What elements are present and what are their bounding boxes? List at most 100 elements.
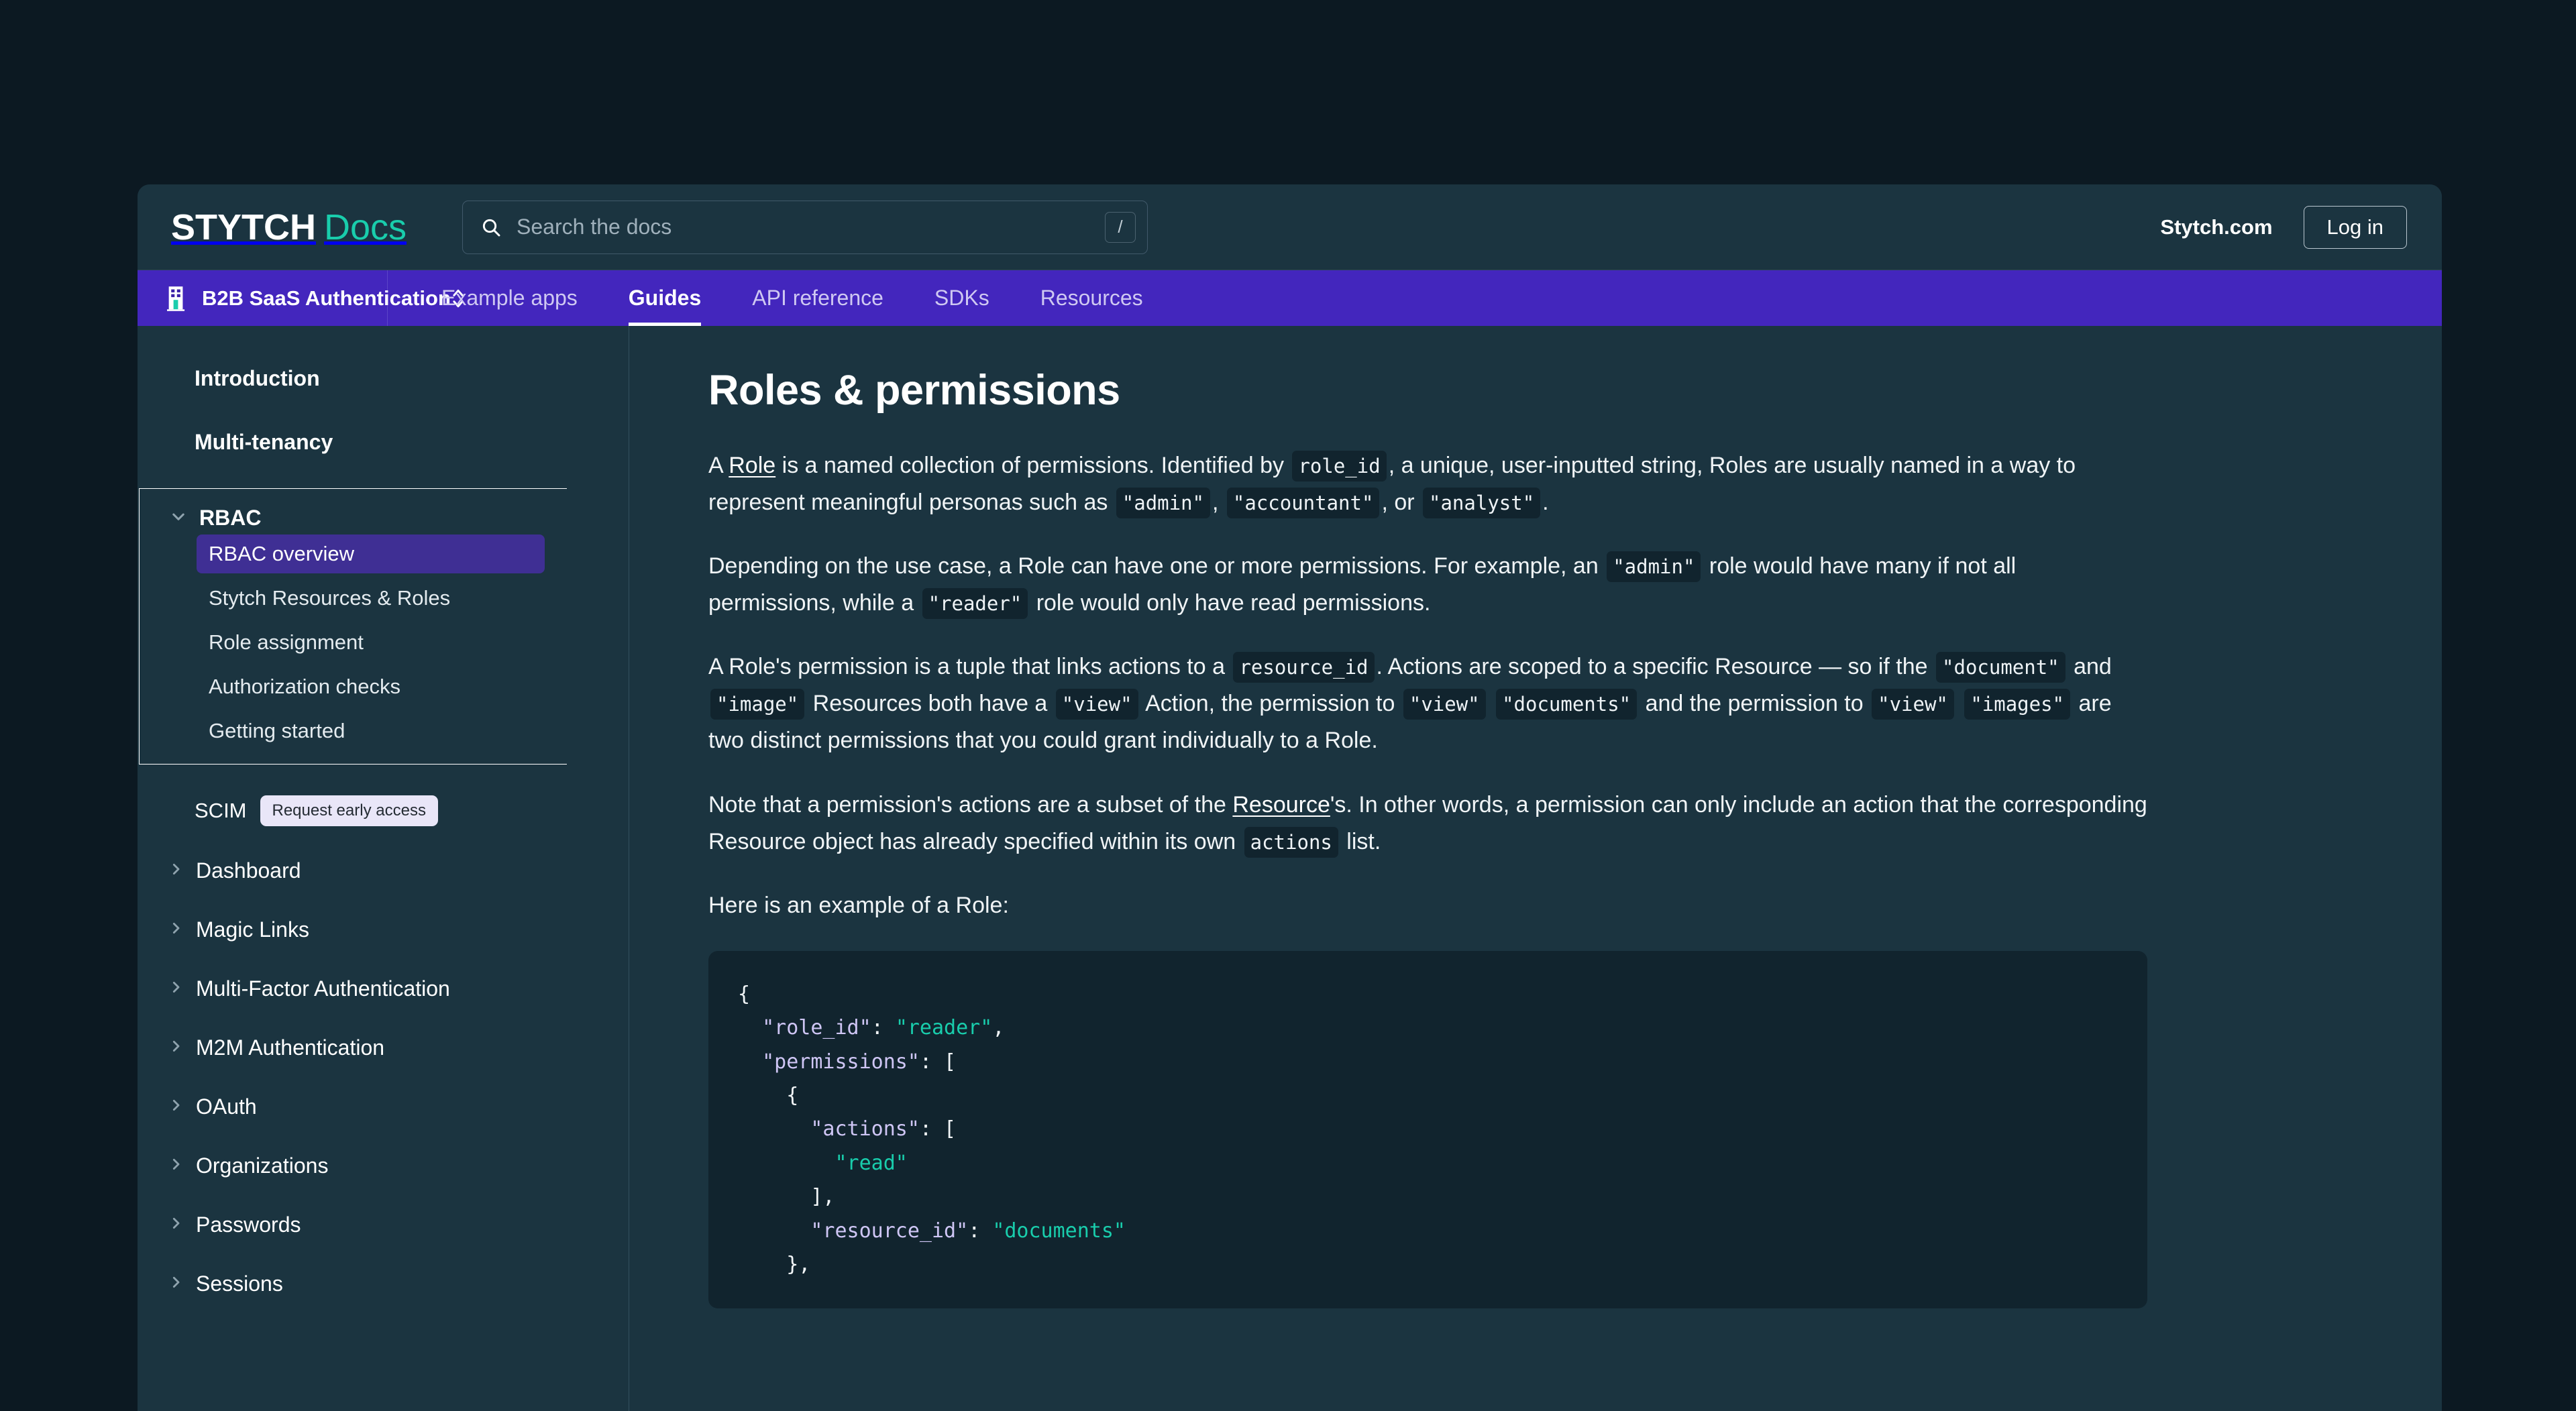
sidebar-nav: Introduction Multi-tenancy RBAC RBAC ove… bbox=[138, 326, 629, 1411]
text-fragment: Depending on the use case, a Role can ha… bbox=[708, 553, 1605, 579]
inline-code-document: "document" bbox=[1936, 652, 2065, 683]
code-token: { bbox=[738, 982, 751, 1006]
text-fragment bbox=[1956, 691, 1962, 716]
sidebar-group-rbac-header[interactable]: RBAC bbox=[140, 501, 567, 534]
request-early-access-badge[interactable]: Request early access bbox=[260, 795, 438, 826]
sidebar-item-getting-started[interactable]: Getting started bbox=[197, 712, 545, 750]
sidebar-item-m2m-authentication-label: M2M Authentication bbox=[196, 1035, 385, 1060]
code-token: }, bbox=[738, 1252, 811, 1276]
text-fragment: A Role's permission is a tuple that link… bbox=[708, 654, 1232, 680]
page-title: Roles & permissions bbox=[708, 367, 1120, 414]
code-token: : bbox=[968, 1219, 993, 1243]
code-token: "reader" bbox=[895, 1016, 993, 1040]
code-token: : [ bbox=[919, 1117, 957, 1141]
sidebar-item-dashboard[interactable]: Dashboard bbox=[138, 853, 629, 888]
code-token: , bbox=[992, 1016, 1005, 1040]
chevron-right-icon bbox=[168, 1274, 184, 1294]
sidebar-item-magic-links[interactable]: Magic Links bbox=[138, 912, 629, 947]
chevron-right-icon bbox=[168, 1215, 184, 1235]
sidebar-item-rbac-overview[interactable]: RBAC overview bbox=[197, 534, 545, 573]
link-resource[interactable]: Resource bbox=[1232, 792, 1330, 817]
text-fragment: and bbox=[2067, 654, 2112, 680]
sidebar-item-sessions[interactable]: Sessions bbox=[138, 1266, 629, 1301]
code-token: "documents" bbox=[992, 1219, 1126, 1243]
code-token: "role_id" bbox=[762, 1016, 871, 1040]
product-selector[interactable]: B2B SaaS Authentication bbox=[138, 270, 464, 326]
docs-app-window: STYTCH Docs Search the docs / Stytch.com… bbox=[138, 184, 2442, 1411]
inline-code-reader: "reader" bbox=[922, 588, 1028, 620]
brand-name-stytch: STYTCH bbox=[171, 207, 316, 247]
sidebar-item-passwords-label: Passwords bbox=[196, 1212, 301, 1237]
inline-code-resource-id: resource_id bbox=[1233, 652, 1375, 683]
text-fragment: Note that a permission's actions are a s… bbox=[708, 791, 1233, 817]
header-actions: Stytch.com Log in bbox=[2160, 205, 2407, 249]
sidebar-group-rbac-label: RBAC bbox=[199, 505, 262, 530]
code-token: "actions" bbox=[810, 1117, 920, 1141]
search-input[interactable]: Search the docs / bbox=[462, 200, 1148, 254]
code-block-role-example: { "role_id": "reader", "permissions": [ … bbox=[708, 950, 2147, 1309]
nav-tab-api-reference[interactable]: API reference bbox=[727, 270, 909, 326]
text-fragment: role would only have read permissions. bbox=[1030, 590, 1431, 616]
sidebar-item-introduction[interactable]: Introduction bbox=[138, 361, 629, 396]
code-token: "permissions" bbox=[762, 1050, 920, 1074]
sidebar-item-passwords[interactable]: Passwords bbox=[138, 1207, 629, 1242]
inline-code-actions: actions bbox=[1244, 826, 1338, 858]
sidebar-item-scim-label: SCIM bbox=[195, 799, 247, 822]
sidebar-item-m2m-authentication[interactable]: M2M Authentication bbox=[138, 1030, 629, 1065]
sidebar-item-oauth[interactable]: OAuth bbox=[138, 1089, 629, 1124]
sidebar-item-stytch-resources-roles[interactable]: Stytch Resources & Roles bbox=[197, 579, 545, 618]
inline-code-view: "view" bbox=[1055, 689, 1138, 720]
sidebar-item-authorization-checks[interactable]: Authorization checks bbox=[197, 667, 545, 706]
nav-tab-sdks[interactable]: SDKs bbox=[909, 270, 1015, 326]
sidebar-item-role-assignment[interactable]: Role assignment bbox=[197, 623, 545, 662]
link-role[interactable]: Role bbox=[729, 453, 775, 478]
paragraph-actions-subset: Note that a permission's actions are a s… bbox=[708, 787, 2147, 860]
text-fragment: A bbox=[708, 453, 729, 478]
inline-code-documents: "documents" bbox=[1496, 689, 1638, 720]
inline-code-admin: "admin" bbox=[1116, 488, 1211, 519]
inline-code-analyst: "analyst" bbox=[1423, 488, 1541, 519]
brand-logo[interactable]: STYTCH Docs bbox=[171, 207, 407, 248]
chevron-right-icon bbox=[168, 979, 184, 999]
text-fragment: Action, the permission to bbox=[1140, 691, 1401, 717]
sidebar-item-scim[interactable]: SCIM Request early access bbox=[138, 793, 629, 829]
chevron-right-icon bbox=[168, 1097, 184, 1117]
top-header: STYTCH Docs Search the docs / Stytch.com… bbox=[138, 184, 2442, 270]
stytch-com-link[interactable]: Stytch.com bbox=[2160, 215, 2272, 239]
text-fragment: and the permission to bbox=[1639, 691, 1870, 717]
nav-tab-example-apps[interactable]: Example apps bbox=[416, 270, 603, 326]
search-shortcut-key: / bbox=[1105, 211, 1136, 243]
sidebar-item-multi-tenancy[interactable]: Multi-tenancy bbox=[138, 425, 629, 459]
code-token: "read" bbox=[835, 1151, 908, 1175]
text-fragment bbox=[1488, 691, 1494, 716]
code-token: "resource_id" bbox=[810, 1219, 969, 1243]
search-icon bbox=[480, 217, 502, 238]
code-token: { bbox=[738, 1083, 799, 1107]
chevron-right-icon bbox=[168, 1156, 184, 1176]
code-token: : bbox=[871, 1016, 896, 1040]
sidebar-item-sessions-label: Sessions bbox=[196, 1271, 283, 1296]
login-button[interactable]: Log in bbox=[2303, 205, 2407, 249]
main-content: Roles & permissions A Role is a named co… bbox=[629, 326, 2442, 1411]
paragraph-role-definition: A Role is a named collection of permissi… bbox=[708, 447, 2147, 521]
inline-code-view: "view" bbox=[1403, 689, 1486, 720]
text-fragment: , bbox=[1212, 490, 1225, 516]
text-fragment: . bbox=[1542, 490, 1549, 516]
product-nav-bar: B2B SaaS Authentication Example apps Gui… bbox=[138, 270, 2442, 326]
sidebar-item-organizations[interactable]: Organizations bbox=[138, 1148, 629, 1183]
nav-tab-resources[interactable]: Resources bbox=[1015, 270, 1169, 326]
nav-tab-guides[interactable]: Guides bbox=[603, 270, 727, 326]
sidebar-item-organizations-label: Organizations bbox=[196, 1153, 329, 1178]
inline-code-view: "view" bbox=[1872, 689, 1954, 720]
chevron-right-icon bbox=[168, 1038, 184, 1058]
building-icon bbox=[166, 285, 190, 312]
inline-code-admin: "admin" bbox=[1607, 551, 1701, 583]
brand-name-docs: Docs bbox=[324, 207, 407, 247]
sidebar-item-multi-factor-authentication[interactable]: Multi-Factor Authentication bbox=[138, 971, 629, 1006]
code-token: : [ bbox=[919, 1050, 957, 1074]
